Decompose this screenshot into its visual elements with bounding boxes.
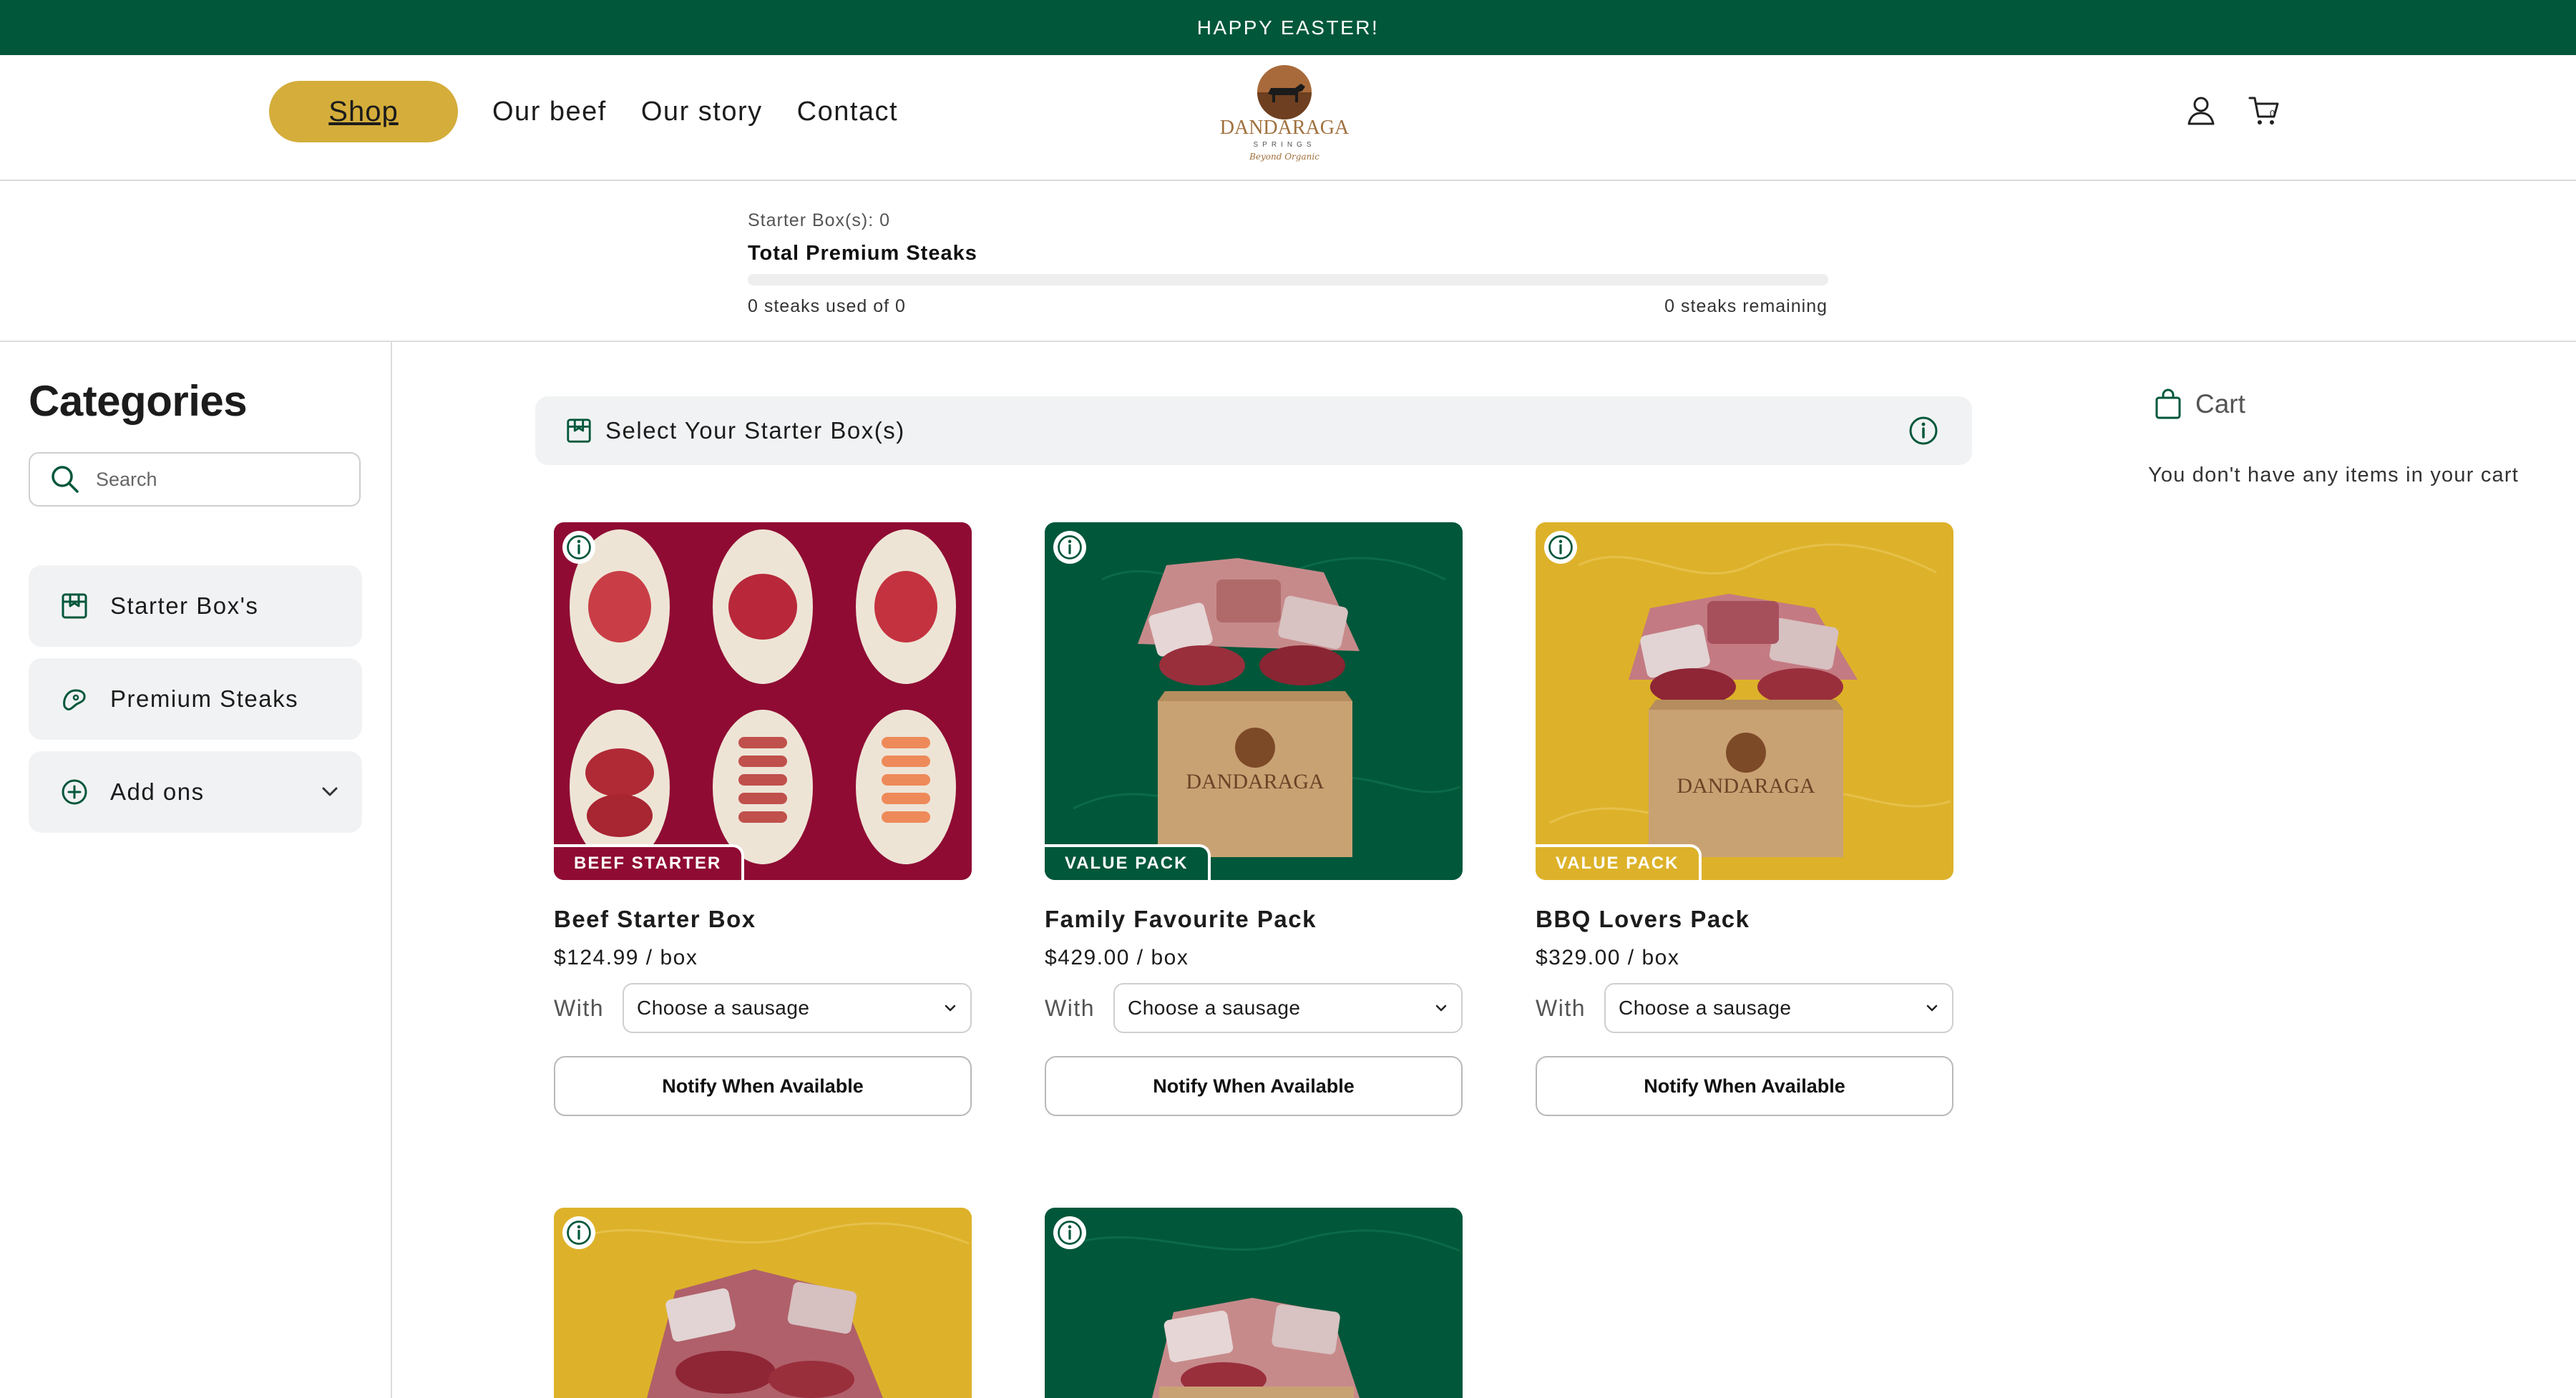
plus-circle-icon xyxy=(62,779,87,805)
notify-when-available-button[interactable]: Notify When Available xyxy=(554,1056,972,1116)
product-name[interactable]: BBQ Lovers Pack xyxy=(1536,906,1953,933)
search-input[interactable] xyxy=(94,467,341,492)
steaks-used-text: 0 steaks used of 0 xyxy=(748,296,906,316)
sausage-select[interactable]: Choose a sausage xyxy=(1113,983,1463,1033)
category-label: Add ons xyxy=(110,778,205,805)
category-search[interactable] xyxy=(29,452,361,507)
account-icon[interactable] xyxy=(2182,92,2220,129)
info-icon[interactable] xyxy=(1908,415,1939,446)
progress-bar xyxy=(748,274,1828,285)
site-logo[interactable]: DANDARAGA SPRINGS Beyond Organic xyxy=(1209,62,1360,167)
steaks-remaining-text: 0 steaks remaining xyxy=(1664,296,1828,316)
shopping-bag-icon xyxy=(2155,388,2181,419)
value-pack-photo xyxy=(1045,1208,1463,1398)
category-label: Starter Box's xyxy=(110,592,259,619)
section-title: Select Your Starter Box(s) xyxy=(605,417,905,444)
category-premium-steaks[interactable]: Premium Steaks xyxy=(29,658,362,740)
notify-when-available-button[interactable]: Notify When Available xyxy=(1536,1056,1953,1116)
product-card xyxy=(554,1208,972,1398)
cart-count: 0 xyxy=(2270,108,2275,119)
sausage-select[interactable]: Choose a sausage xyxy=(623,983,972,1033)
announcement-text: HAPPY EASTER! xyxy=(1196,16,1380,39)
site-header: Shop Our beef Our story Contact DANDARAG… xyxy=(0,55,2576,181)
sausage-select-value: Choose a sausage xyxy=(1128,997,1301,1019)
section-header: Select Your Starter Box(s) xyxy=(535,396,1972,465)
sausage-select-value: Choose a sausage xyxy=(1619,997,1792,1019)
product-name[interactable]: Family Favourite Pack xyxy=(1045,906,1463,933)
steak-progress: Starter Box(s): 0 Total Premium Steaks 0… xyxy=(0,180,2576,342)
product-tag: BEEF STARTER xyxy=(554,844,745,880)
family-favourite-photo: DANDARAGA xyxy=(1045,522,1463,880)
product-image-bbq-lovers[interactable]: DANDARAGA VALUE PACK xyxy=(1536,522,1953,880)
product-info-icon[interactable] xyxy=(562,1216,595,1249)
sausage-option-row: With Choose a sausage xyxy=(1536,983,1953,1033)
cart-header: Cart xyxy=(2154,388,2245,421)
category-add-ons[interactable]: Add ons xyxy=(29,751,362,833)
product-info-icon[interactable] xyxy=(1053,1216,1086,1249)
search-icon xyxy=(52,466,79,493)
logo-sub-text: SPRINGS xyxy=(1253,141,1315,149)
product-info-icon[interactable] xyxy=(562,531,595,564)
chevron-down-icon xyxy=(1926,1004,1938,1012)
product-tag: VALUE PACK xyxy=(1045,844,1211,880)
chevron-down-icon xyxy=(1435,1004,1447,1012)
cart-panel: Cart You don't have any items in your ca… xyxy=(2119,342,2576,1398)
logo-graphic: DANDARAGA SPRINGS Beyond Organic xyxy=(1220,65,1350,162)
categories-title: Categories xyxy=(29,377,248,425)
with-label: With xyxy=(1045,994,1095,1021)
product-image-beef-starter[interactable]: OR BEEF STARTER xyxy=(554,522,972,880)
category-label: Premium Steaks xyxy=(110,685,299,712)
product-name[interactable]: Beef Starter Box xyxy=(554,906,972,933)
chevron-down-icon xyxy=(945,1004,956,1012)
announcement-bar: HAPPY EASTER! xyxy=(0,0,2576,55)
sausage-option-row: With Choose a sausage xyxy=(554,983,972,1033)
cart-empty-message: You don't have any items in your cart xyxy=(2148,464,2519,487)
box-brand-text: DANDARAGA xyxy=(1186,770,1324,793)
notify-when-available-button[interactable]: Notify When Available xyxy=(1045,1056,1463,1116)
product-image-family-favourite[interactable]: DANDARAGA VALUE PACK xyxy=(1045,522,1463,880)
categories-sidebar: Categories Starter Box's Premium Steaks … xyxy=(0,342,392,1398)
box-brand-text: DANDARAGA xyxy=(1677,774,1815,798)
product-image[interactable] xyxy=(554,1208,972,1398)
nav-shop-label: Shop xyxy=(328,95,399,127)
steak-icon xyxy=(63,689,86,710)
product-card: DANDARAGA VALUE PACK BBQ Lovers Pack $32… xyxy=(1536,522,1953,1116)
nav-contact-link[interactable]: Contact xyxy=(797,97,898,127)
product-price: $429.00 / box xyxy=(1045,946,1189,969)
beef-starter-photo: OR xyxy=(554,522,972,880)
logo-tagline-text: Beyond Organic xyxy=(1249,152,1319,162)
with-label: With xyxy=(1536,994,1586,1021)
product-card: DANDARAGA VALUE PACK Family Favourite Pa… xyxy=(1045,522,1463,1116)
product-card xyxy=(1045,1208,1463,1398)
progress-title: Total Premium Steaks xyxy=(748,242,977,265)
product-card: OR BEEF STARTER Beef Starter Box $124.99… xyxy=(554,522,972,1116)
value-pack-photo xyxy=(554,1208,972,1398)
product-info-icon[interactable] xyxy=(1053,531,1086,564)
box-icon xyxy=(567,419,591,443)
product-info-icon[interactable] xyxy=(1544,531,1577,564)
logo-brand-text: DANDARAGA xyxy=(1220,117,1350,139)
nav-our-beef-link[interactable]: Our beef xyxy=(492,97,607,127)
product-image[interactable] xyxy=(1045,1208,1463,1398)
chevron-down-icon[interactable] xyxy=(319,781,341,803)
product-area: Select Your Starter Box(s) OR BEEF START… xyxy=(392,342,2118,1398)
box-icon xyxy=(62,593,87,619)
sausage-select[interactable]: Choose a sausage xyxy=(1604,983,1953,1033)
main-nav: Shop Our beef Our story Contact xyxy=(269,81,898,142)
product-tag: VALUE PACK xyxy=(1536,844,1702,880)
sausage-option-row: With Choose a sausage xyxy=(1045,983,1463,1033)
image-or-text: OR xyxy=(811,696,829,708)
with-label: With xyxy=(554,994,604,1021)
category-starter-boxes[interactable]: Starter Box's xyxy=(29,565,362,647)
nav-shop-button[interactable]: Shop xyxy=(269,81,458,142)
starter-box-count: Starter Box(s): 0 xyxy=(748,210,890,230)
cart-title: Cart xyxy=(2195,389,2245,419)
product-price: $124.99 / box xyxy=(554,946,698,969)
sausage-select-value: Choose a sausage xyxy=(637,997,810,1019)
cart-icon[interactable]: 0 xyxy=(2245,92,2283,129)
bbq-lovers-photo: DANDARAGA xyxy=(1536,522,1953,880)
nav-our-story-link[interactable]: Our story xyxy=(641,97,763,127)
product-price: $329.00 / box xyxy=(1536,946,1680,969)
